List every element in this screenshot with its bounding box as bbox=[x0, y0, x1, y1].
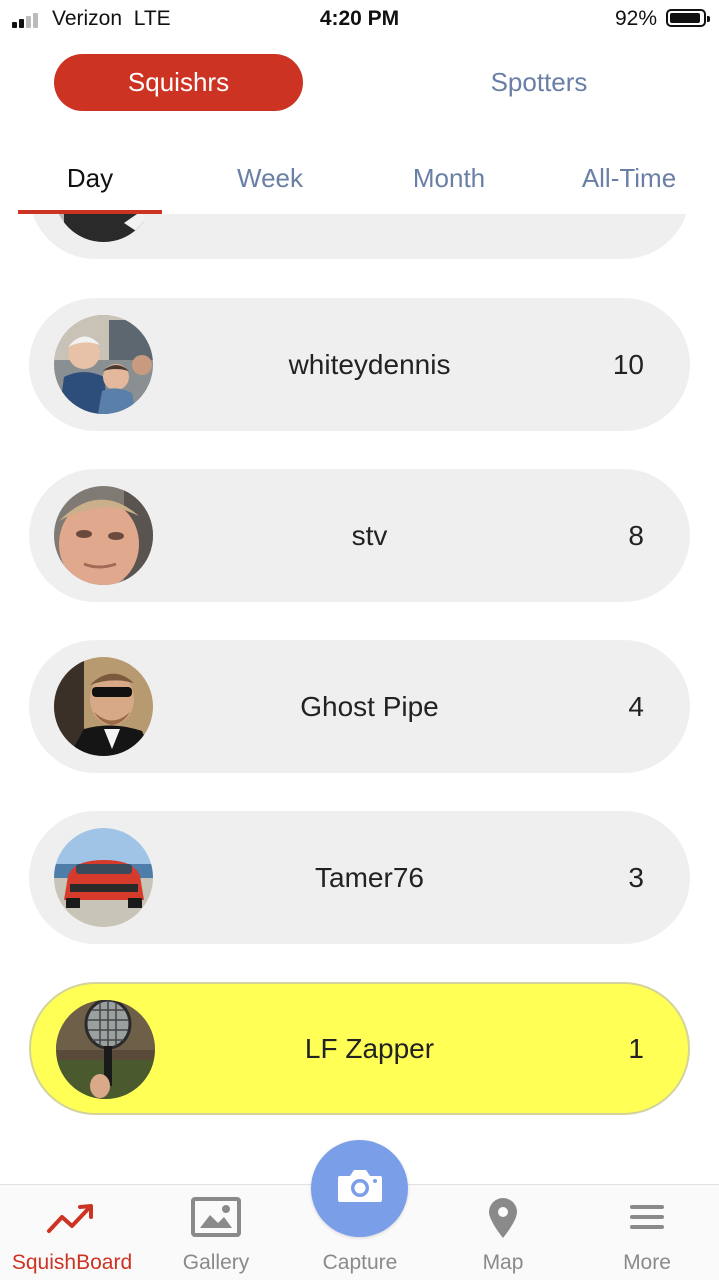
nav-gallery[interactable]: Gallery bbox=[144, 1185, 288, 1280]
score: 1 bbox=[628, 1032, 644, 1064]
image-icon bbox=[144, 1197, 288, 1237]
list-item-current-user[interactable]: LF Zapper 1 bbox=[29, 982, 690, 1115]
nav-label: Gallery bbox=[182, 1251, 250, 1274]
battery-icon bbox=[666, 9, 710, 27]
nav-more[interactable]: More bbox=[575, 1185, 719, 1280]
nav-label: Capture bbox=[322, 1251, 398, 1274]
period-tabs: Day Week Month All-Time bbox=[0, 150, 719, 214]
nav-squishboard[interactable]: SquishBoard bbox=[0, 1185, 144, 1280]
username: Ghost Pipe bbox=[300, 690, 439, 722]
tab-all-time[interactable]: All-Time bbox=[549, 150, 709, 206]
list-item[interactable]: Tamer76 3 bbox=[29, 811, 690, 944]
capture-button[interactable] bbox=[311, 1140, 408, 1237]
username: Tamer76 bbox=[315, 861, 424, 893]
camera-icon bbox=[336, 1166, 384, 1211]
avatar bbox=[54, 315, 153, 414]
status-time: 4:20 PM bbox=[319, 7, 400, 30]
score: 8 bbox=[628, 519, 644, 551]
nav-label: More bbox=[623, 1251, 671, 1274]
segment-spotters[interactable]: Spotters bbox=[420, 54, 658, 111]
map-pin-icon bbox=[431, 1197, 575, 1238]
list-item[interactable] bbox=[29, 214, 690, 259]
list-item[interactable]: stv 8 bbox=[29, 469, 690, 602]
segment-squishrs[interactable]: Squishrs bbox=[54, 54, 303, 111]
tab-month[interactable]: Month bbox=[377, 150, 521, 206]
nav-map[interactable]: Map bbox=[431, 1185, 575, 1280]
username: stv bbox=[351, 519, 388, 551]
score: 4 bbox=[628, 690, 644, 722]
leaderboard-list[interactable]: whiteydennis 10 stv 8 Ghost Pipe 4 Tamer… bbox=[0, 214, 719, 1184]
nav-label: Map bbox=[482, 1251, 524, 1274]
trending-up-icon bbox=[0, 1197, 144, 1237]
battery-percent: 92% bbox=[614, 7, 657, 30]
status-bar: Verizon LTE 4:20 PM 92% bbox=[0, 0, 719, 40]
username: LF Zapper bbox=[304, 1032, 435, 1064]
score: 3 bbox=[628, 861, 644, 893]
tab-week[interactable]: Week bbox=[198, 150, 342, 206]
avatar bbox=[54, 657, 153, 756]
avatar bbox=[54, 828, 153, 927]
tab-day[interactable]: Day bbox=[18, 150, 162, 206]
nav-label: SquishBoard bbox=[11, 1251, 133, 1274]
score: 10 bbox=[612, 348, 644, 380]
username: whiteydennis bbox=[288, 348, 451, 380]
list-item[interactable]: whiteydennis 10 bbox=[29, 298, 690, 431]
menu-icon bbox=[575, 1197, 719, 1237]
avatar bbox=[54, 214, 153, 242]
list-item[interactable]: Ghost Pipe 4 bbox=[29, 640, 690, 773]
avatar bbox=[56, 1000, 155, 1099]
avatar bbox=[54, 486, 153, 585]
